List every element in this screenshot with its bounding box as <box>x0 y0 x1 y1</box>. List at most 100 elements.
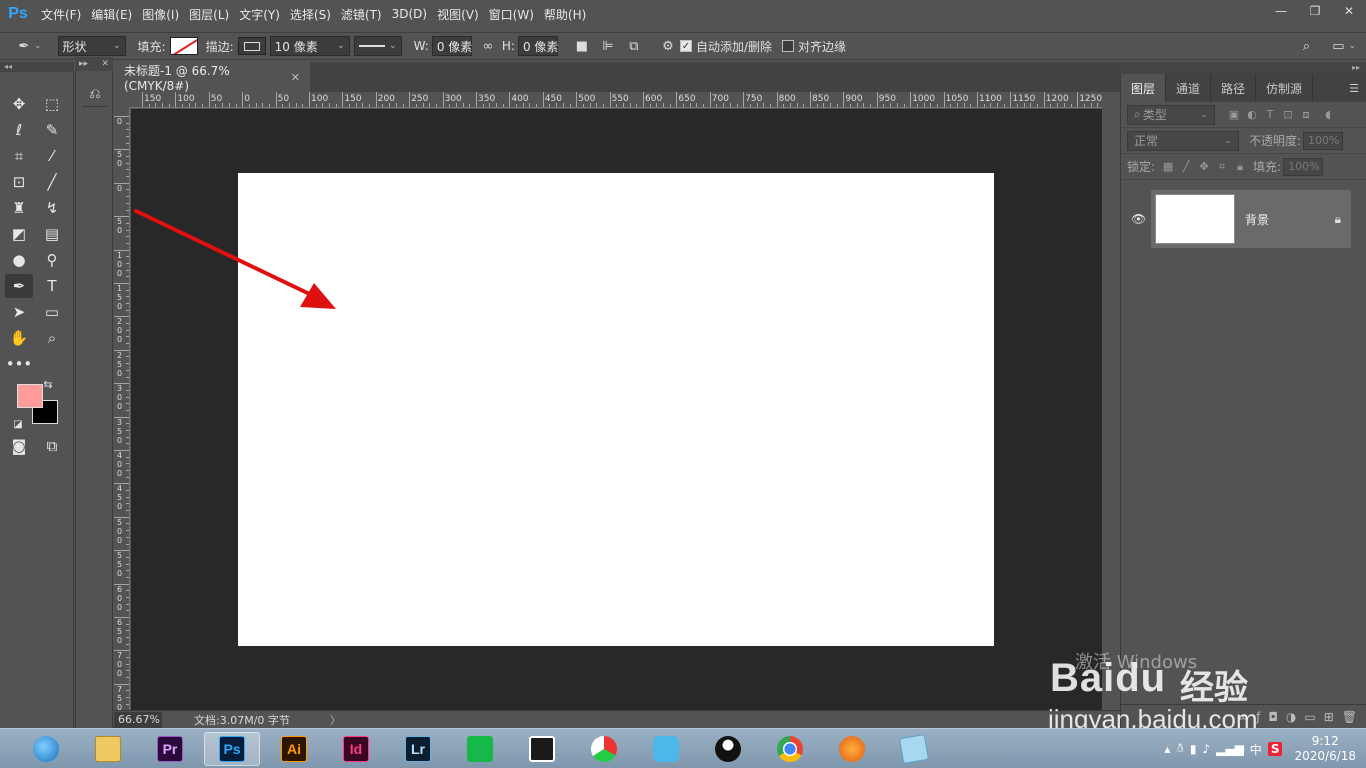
close-button[interactable]: ✕ <box>1332 0 1366 22</box>
horizontal-ruler[interactable]: 150 100 50 0 50 100 150 200 250 300 350 400 450 500 55… <box>130 92 1102 108</box>
lock-image-icon[interactable]: ╱ <box>1177 158 1195 176</box>
lock-all-icon[interactable]: 🔒︎ <box>1231 158 1249 176</box>
path-alignment-icon[interactable]: ⊫ <box>598 36 618 56</box>
spot-healing-tool-icon[interactable]: ⊡ <box>5 170 33 194</box>
layer-row[interactable]: 背景 🔒︎ <box>1151 190 1351 248</box>
dodge-tool-icon[interactable]: ⚲ <box>38 248 66 272</box>
taskbar-lightroom[interactable]: Lr <box>390 732 446 766</box>
align-edges-checkbox[interactable]: 对齐边缘 <box>781 38 846 55</box>
crop-tool-icon[interactable]: ⌗ <box>5 144 33 168</box>
tool-preset-picker[interactable]: ✒ ⌄ <box>14 36 42 56</box>
fill-swatch[interactable] <box>169 37 198 55</box>
smart-object-filter-icon[interactable]: ⧈ <box>1297 106 1315 124</box>
sogou-ime-icon[interactable]: S <box>1267 742 1283 756</box>
lasso-tool-icon[interactable]: ℓ <box>5 118 33 142</box>
brush-tool-icon[interactable]: ╱ <box>38 170 66 194</box>
stroke-width-input[interactable]: 10 像素 ⌄ <box>269 36 350 56</box>
restore-button[interactable]: ❐ <box>1298 0 1332 22</box>
taskbar-edge[interactable] <box>18 732 74 766</box>
layer-filter-dropdown[interactable]: ⌕ 类型 ⌄ <box>1127 104 1215 125</box>
lock-transparent-icon[interactable]: ▦ <box>1159 158 1177 176</box>
shape-filter-icon[interactable]: ⊡ <box>1279 106 1297 124</box>
menu-window[interactable]: 窗口(W) <box>484 6 539 23</box>
fill-input[interactable]: 100% <box>1283 157 1324 176</box>
show-hidden-icons-icon[interactable]: ▴ <box>1164 742 1170 756</box>
history-brush-tool-icon[interactable]: ↯ <box>38 196 66 220</box>
marquee-tool-icon[interactable]: ⬚ <box>38 92 66 116</box>
shape-mode-dropdown[interactable]: 形状 ⌄ <box>57 36 126 56</box>
taskbar-bird-app[interactable] <box>638 732 694 766</box>
hand-tool-icon[interactable]: ✋ <box>5 326 33 350</box>
clock[interactable]: 9:12 2020/6/18 <box>1294 734 1356 764</box>
panel-collapse-grip[interactable]: ▸▸ <box>1120 62 1366 74</box>
link-icon[interactable]: ∞ <box>478 36 498 56</box>
close-icon[interactable]: ✕ <box>101 59 109 69</box>
quick-mask-icon[interactable]: ◙ <box>5 434 33 458</box>
document-tab[interactable]: 未标题-1 @ 66.7%(CMYK/8#) ✕ <box>114 62 310 93</box>
image-filter-icon[interactable]: ▣ <box>1225 106 1243 124</box>
taskbar-film-app[interactable] <box>514 732 570 766</box>
expand-icon[interactable]: ▸▸ <box>79 59 88 69</box>
taskbar-qq[interactable] <box>700 732 756 766</box>
type-tool-icon[interactable]: T <box>38 274 66 298</box>
menu-edit[interactable]: 编辑(E) <box>86 6 137 23</box>
height-input[interactable]: 0 像素 <box>517 36 558 56</box>
stroke-type-dropdown[interactable]: ⌄ <box>353 36 402 56</box>
volume-icon[interactable]: ♪ <box>1202 742 1210 756</box>
clone-stamp-tool-icon[interactable]: ♜ <box>5 196 33 220</box>
zoom-level-input[interactable]: 66.67% <box>114 711 162 728</box>
move-tool-icon[interactable]: ✥ <box>5 92 33 116</box>
taskbar-photoshop[interactable]: Ps <box>204 732 260 766</box>
menu-image[interactable]: 图像(I) <box>137 6 184 23</box>
panel-menu-icon[interactable]: ☰ <box>1342 74 1366 102</box>
opacity-input[interactable]: 100% <box>1303 131 1344 150</box>
more-tools-icon[interactable]: ••• <box>5 352 33 376</box>
eyedropper-tool-icon[interactable]: ⁄ <box>38 144 66 168</box>
history-panel-icon[interactable]: ⎌ <box>82 81 108 107</box>
taskbar-notes-app[interactable] <box>886 732 942 766</box>
menu-layer[interactable]: 图层(L) <box>184 6 234 23</box>
screen-mode-icon[interactable]: ⧉ <box>38 434 66 458</box>
gradient-tool-icon[interactable]: ▤ <box>38 222 66 246</box>
taskbar-premiere[interactable]: Pr <box>142 732 198 766</box>
path-selection-tool-icon[interactable]: ➤ <box>5 300 33 324</box>
taskbar-orange-app[interactable] <box>824 732 880 766</box>
minimize-button[interactable]: — <box>1264 0 1298 22</box>
lock-position-icon[interactable]: ✥ <box>1195 158 1213 176</box>
auto-add-delete-checkbox[interactable]: ✓ 自动添加/删除 <box>679 38 772 55</box>
tab-clone-source[interactable]: 仿制源 <box>1256 74 1314 102</box>
ruler-origin[interactable] <box>114 92 130 108</box>
blend-mode-dropdown[interactable]: 正常 ⌄ <box>1127 130 1239 151</box>
quick-selection-tool-icon[interactable]: ✎ <box>38 118 66 142</box>
network-icon[interactable]: ▮ <box>1190 742 1197 756</box>
menu-help[interactable]: 帮助(H) <box>539 6 591 23</box>
taskbar-colorful-app[interactable] <box>576 732 632 766</box>
vertical-ruler[interactable]: 0 50 0 50 100 150 200 250 300 350 400 450 500 550 600 6… <box>114 108 130 710</box>
trash-icon[interactable]: 🗑︎ <box>1342 710 1357 724</box>
signal-icon[interactable]: ▂▄▆ <box>1216 742 1244 756</box>
gear-icon[interactable]: ⚙ <box>658 36 678 56</box>
path-operations-icon[interactable]: ■ <box>572 36 592 56</box>
status-menu-arrow[interactable]: 〉 <box>330 712 341 728</box>
pen-tool-icon[interactable]: ✒ <box>5 274 33 298</box>
qq-tray-icon[interactable]: 🐧︎ <box>1176 741 1183 757</box>
menu-filter[interactable]: 滤镜(T) <box>336 6 387 23</box>
vertical-scrollbar[interactable] <box>1102 92 1119 710</box>
rectangle-tool-icon[interactable]: ▭ <box>38 300 66 324</box>
menu-file[interactable]: 文件(F) <box>36 6 86 23</box>
path-arrangement-icon[interactable]: ⧉ <box>624 36 644 56</box>
workspace-switcher-icon[interactable]: ▭ <box>1328 36 1348 56</box>
ime-indicator[interactable]: 中 <box>1250 741 1262 758</box>
taskbar-illustrator[interactable]: Ai <box>266 732 322 766</box>
taskbar-chrome[interactable] <box>762 732 818 766</box>
document-canvas[interactable] <box>238 173 994 646</box>
lock-icon[interactable]: 🔒︎ <box>1335 212 1341 227</box>
taskbar-green-app[interactable] <box>452 732 508 766</box>
blur-tool-icon[interactable]: ● <box>5 248 33 272</box>
adjustment-filter-icon[interactable]: ◐ <box>1243 106 1261 124</box>
stroke-swatch[interactable] <box>237 37 266 55</box>
tab-channels[interactable]: 通道 <box>1166 74 1212 102</box>
type-filter-icon[interactable]: T <box>1261 106 1279 124</box>
toolbar-collapse-grip[interactable]: ◂◂ <box>0 62 74 72</box>
close-icon[interactable]: ✕ <box>291 71 300 84</box>
